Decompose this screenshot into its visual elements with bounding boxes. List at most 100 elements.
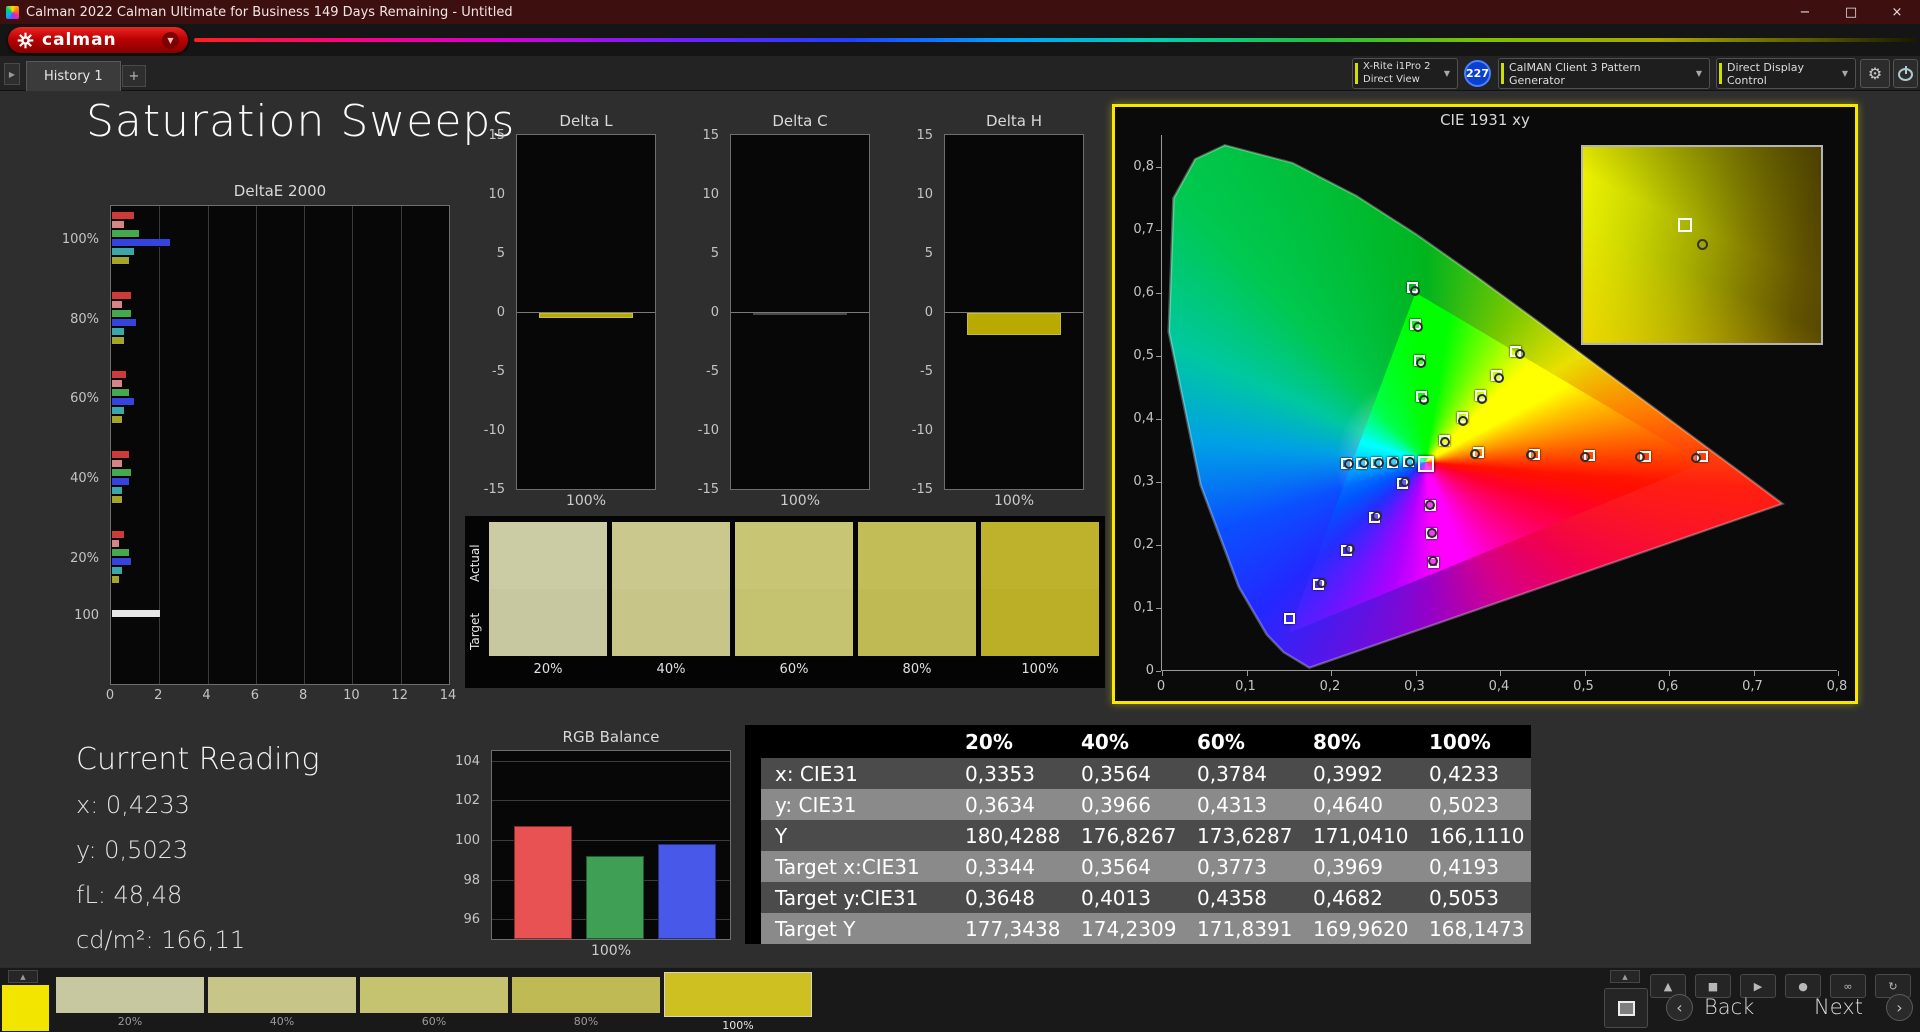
delta-l-chart: Delta L 15 10 5 0 -5 -10 -15 100% xyxy=(470,112,666,542)
deltae-x-tick: 12 xyxy=(391,688,408,703)
value-cell: 171,0410 xyxy=(1299,820,1415,851)
tab-scroll-button[interactable]: ▶ xyxy=(4,63,20,85)
rgb-y-axis: 96 98 100 102 104 xyxy=(445,752,487,942)
cie-x-tick: 0,1 xyxy=(1235,679,1256,694)
value-cell: 166,1110 xyxy=(1415,820,1531,851)
value-cell: 169,9620 xyxy=(1299,913,1415,944)
delta-y-tick: 0 xyxy=(924,305,933,320)
deltae-x-tick: 2 xyxy=(154,688,163,703)
rgb-y-tick: 96 xyxy=(463,912,480,928)
delta-y-tick: 10 xyxy=(488,187,505,202)
cie-y-tick: 0,2 xyxy=(1133,536,1154,552)
delta-y-tick: 0 xyxy=(496,305,505,320)
swatch-color xyxy=(489,522,607,656)
deltae-bar xyxy=(112,389,129,397)
power-icon xyxy=(1898,66,1913,81)
delta-y-tick: -15 xyxy=(911,482,933,497)
rgb-x-label: 100% xyxy=(590,943,632,959)
calman-menu-button[interactable]: calman ▼ xyxy=(8,27,188,53)
transport-toolbar: ▲ ■ ▶ ● ∞ ↻ xyxy=(1650,974,1911,998)
close-button[interactable]: × xyxy=(1874,0,1920,24)
delta-l-y-axis: 15 10 5 0 -5 -10 -15 xyxy=(470,128,512,497)
table-row: Y 180,4288 176,8267 173,6287 171,0410 166,111… xyxy=(761,820,1531,851)
delta-y-tick: 10 xyxy=(916,187,933,202)
pattern-patch[interactable]: 100% xyxy=(664,972,812,1032)
deltae-bar xyxy=(112,407,125,415)
pattern-patch-list: 20% 40% 60% 80% 100% xyxy=(56,972,812,1032)
swatch-target-half xyxy=(489,589,607,656)
settings-button[interactable]: ⚙ xyxy=(1860,59,1890,88)
delta-y-tick: 5 xyxy=(496,246,505,261)
pattern-generator-dropdown[interactable]: CalMAN Client 3 Pattern Generator ▼ xyxy=(1498,58,1710,89)
reading-y: y: 0,5023 xyxy=(76,836,189,864)
table-header-cell: 80% xyxy=(1299,725,1415,758)
value-cell: 0,3648 xyxy=(951,882,1067,913)
table-header-cell: 100% xyxy=(1415,725,1531,758)
value-cell: 0,3353 xyxy=(951,758,1067,789)
deltae-gridline xyxy=(304,206,306,684)
cie-measured-point xyxy=(1343,458,1354,469)
power-button[interactable] xyxy=(1893,59,1918,88)
value-cell: 176,8267 xyxy=(1067,820,1183,851)
table-header-cell xyxy=(761,725,951,758)
delta-y-tick: 0 xyxy=(710,305,719,320)
row-label-cell: Target y:CIE31 xyxy=(761,882,951,913)
table-header-cell: 20% xyxy=(951,725,1067,758)
cie-y-axis: 0 0,1 0,2 0,3 0,4 0,5 0,6 0,7 0,8 xyxy=(1117,135,1159,678)
chevron-down-icon[interactable]: ▼ xyxy=(162,31,179,49)
deltae-group-label: 100% xyxy=(61,232,99,247)
value-cell: 0,3773 xyxy=(1183,851,1299,882)
cie-axis-tick xyxy=(1156,355,1161,357)
back-button[interactable]: ‹ xyxy=(1666,994,1693,1021)
cie-y-tick: 0,3 xyxy=(1133,473,1154,489)
next-label[interactable]: Next xyxy=(1814,995,1863,1019)
pattern-patch[interactable]: 40% xyxy=(208,977,356,1030)
expand-left-panel-button[interactable]: ▲ xyxy=(8,970,38,983)
pattern-patch[interactable]: 60% xyxy=(360,977,508,1030)
delta-y-tick: -10 xyxy=(911,423,933,438)
rgb-plot-area xyxy=(491,750,731,940)
deltae-group-label: 40% xyxy=(70,471,99,486)
minimize-button[interactable]: − xyxy=(1782,0,1828,24)
pattern-patch-color xyxy=(512,977,660,1013)
display-control-dropdown[interactable]: Direct Display Control ▼ xyxy=(1716,58,1856,89)
next-button[interactable]: › xyxy=(1886,994,1913,1021)
deltae-bar xyxy=(112,469,132,476)
pattern-patch[interactable]: 80% xyxy=(512,977,660,1030)
swatch-item: 40% xyxy=(612,522,730,688)
pattern-window-button[interactable] xyxy=(1604,988,1648,1028)
delta-y-tick: 5 xyxy=(710,246,719,261)
pattern-patch-label: 40% xyxy=(269,1015,295,1028)
swatch-target-half xyxy=(612,589,730,656)
pattern-patch-color xyxy=(208,977,356,1013)
chevron-down-icon: ▼ xyxy=(1443,69,1450,78)
value-cell: 0,4682 xyxy=(1299,882,1415,913)
play-icon: ▶ xyxy=(1753,979,1763,993)
value-cell: 0,3784 xyxy=(1183,758,1299,789)
current-reading-title: Current Reading xyxy=(76,742,320,777)
rgb-balance-chart: RGB Balance 96 98 100 102 104 100% xyxy=(445,728,735,966)
deltae-bar xyxy=(112,336,125,344)
tab-history-1[interactable]: History 1 xyxy=(26,61,121,91)
meter-name: X-Rite i1Pro 2 xyxy=(1363,61,1431,72)
swatch-color xyxy=(858,522,976,656)
swatch-actual-half xyxy=(735,522,853,589)
deltae-x-tick: 14 xyxy=(439,688,457,703)
deltae-2000-chart: DeltaE 2000 100% 80% 60% 40% 20% 100 0 2 4 6 8 10 1… xyxy=(58,182,462,727)
pattern-patch[interactable]: 20% xyxy=(56,977,204,1030)
cie-measured-point xyxy=(1418,394,1429,405)
deltae-bar xyxy=(112,221,125,228)
cie-measured-point xyxy=(1424,499,1435,510)
cie-x-axis: 0 0,1 0,2 0,3 0,4 0,5 0,6 0,7 0,8 xyxy=(1157,675,1847,695)
target-row-label: Target xyxy=(468,612,482,650)
meter-dropdown[interactable]: X-Rite i1Pro 2 Direct View ▼ xyxy=(1352,58,1458,89)
expand-right-panel-button[interactable]: ▲ xyxy=(1610,970,1640,983)
add-tab-button[interactable]: + xyxy=(122,65,146,87)
back-label[interactable]: Back xyxy=(1704,995,1754,1019)
rgb-balance-title: RGB Balance xyxy=(562,728,660,746)
calman-logo-icon xyxy=(17,32,34,48)
swatch-items: 20% 40% 60% 80% 100% xyxy=(489,522,1099,688)
deltae-group-label: 60% xyxy=(70,391,99,407)
delta-c-y-axis: 15 10 5 0 -5 -10 -15 xyxy=(684,128,726,497)
maximize-button[interactable]: □ xyxy=(1828,0,1874,24)
